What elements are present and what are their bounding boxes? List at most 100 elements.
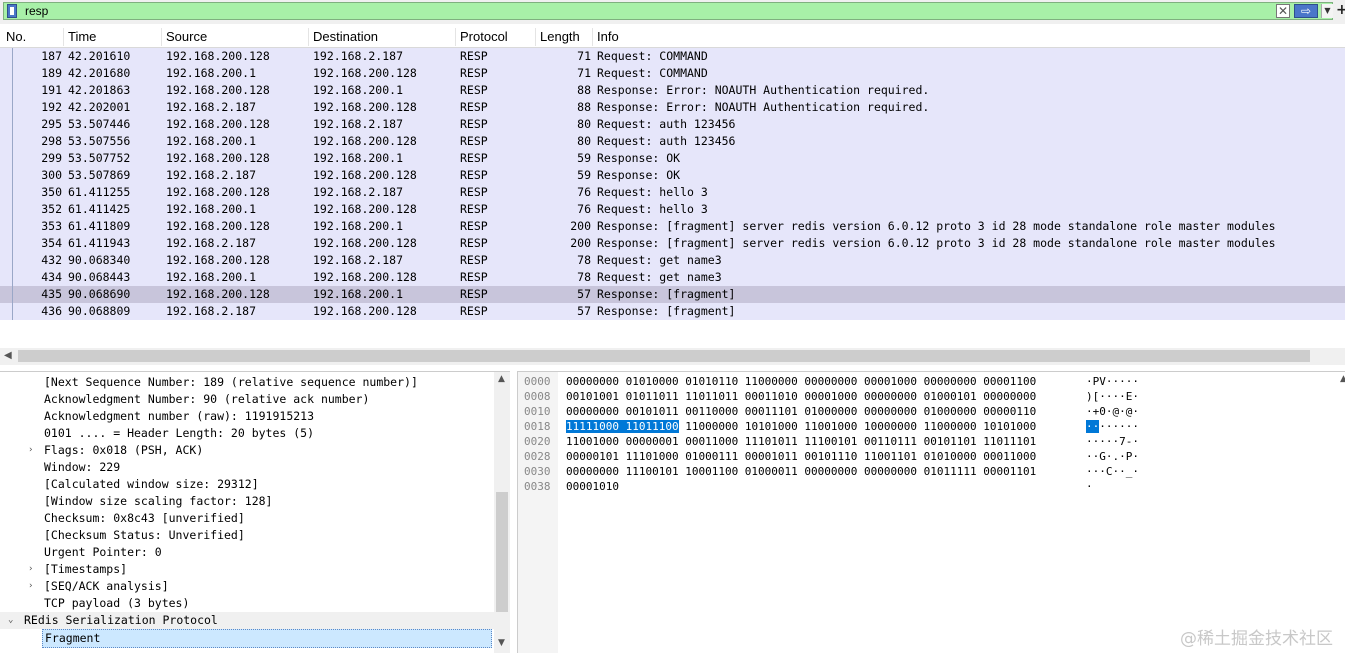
collapsed-arrow-icon[interactable]: › xyxy=(28,561,33,578)
detail-row[interactable]: Acknowledgment Number: 90 (relative ack … xyxy=(0,391,494,408)
filter-history-dropdown[interactable]: ▼ xyxy=(1321,4,1333,18)
details-vertical-scrollbar[interactable]: ▲ ▼ xyxy=(494,372,510,653)
byte-ascii[interactable]: ·+0·@·@· xyxy=(1086,404,1139,419)
highlighted-bits[interactable]: 11111000 11011100 xyxy=(566,420,679,433)
detail-text: [SEQ/ACK analysis] xyxy=(44,579,169,593)
column-header-no[interactable]: No. xyxy=(2,28,64,46)
byte-ascii[interactable]: ········ xyxy=(1086,419,1139,434)
packet-row[interactable]: 295 53.507446 192.168.200.128 192.168.2.187… xyxy=(0,116,1345,133)
detail-row[interactable]: Window: 229 xyxy=(0,459,494,476)
filter-bookmark-icon[interactable] xyxy=(7,4,17,18)
packet-source: 192.168.200.1 xyxy=(166,202,257,216)
byte-ascii[interactable]: ···C··_· xyxy=(1086,464,1139,479)
collapsed-arrow-icon[interactable]: › xyxy=(28,578,33,595)
expanded-arrow-icon[interactable]: ⌄ xyxy=(8,612,13,629)
detail-row[interactable]: [Next Sequence Number: 189 (relative seq… xyxy=(0,374,494,391)
display-filter-toolbar: resp ✕ ⇨ ▼ + xyxy=(0,0,1345,24)
packet-time: 90.068690 xyxy=(68,287,131,301)
display-filter-input[interactable]: resp ✕ ⇨ ▼ xyxy=(3,2,1333,20)
clear-filter-button[interactable]: ✕ xyxy=(1276,4,1290,18)
packet-row[interactable]: 299 53.507752 192.168.200.128 192.168.200.1… xyxy=(0,150,1345,167)
packet-row[interactable]: 352 61.411425 192.168.200.1 192.168.200.128… xyxy=(0,201,1345,218)
packet-row[interactable]: 434 90.068443 192.168.200.1 192.168.200.128… xyxy=(0,269,1345,286)
byte-ascii[interactable]: ··G·.·P· xyxy=(1086,449,1139,464)
packet-destination: 192.168.2.187 xyxy=(313,253,404,267)
detail-row[interactable]: Acknowledgment number (raw): 1191915213 xyxy=(0,408,494,425)
packet-info: Request: hello 3 xyxy=(597,185,708,199)
detail-text: [Next Sequence Number: 189 (relative seq… xyxy=(44,375,418,389)
packet-destination: 192.168.200.1 xyxy=(313,83,404,97)
collapsed-arrow-icon[interactable]: › xyxy=(28,442,33,459)
column-header-time[interactable]: Time xyxy=(64,28,162,46)
packet-length: 76 xyxy=(577,202,591,216)
scroll-up-arrow-icon[interactable]: ▲ xyxy=(498,374,505,384)
packet-row[interactable]: 354 61.411943 192.168.2.187 192.168.200.128… xyxy=(0,235,1345,252)
byte-bits[interactable]: 00000000 00101011 00110000 00011101 0100… xyxy=(566,404,1036,419)
byte-ascii[interactable]: ·····7-· xyxy=(1086,434,1139,449)
highlighted-ascii[interactable]: ·· xyxy=(1086,420,1100,433)
detail-row[interactable]: TCP payload (3 bytes) xyxy=(0,595,494,612)
packet-row[interactable]: 432 90.068340 192.168.200.128 192.168.2.187… xyxy=(0,252,1345,269)
packet-row[interactable]: 436 90.068809 192.168.2.187 192.168.200.128… xyxy=(0,303,1345,320)
packet-row[interactable]: 300 53.507869 192.168.2.187 192.168.200.128… xyxy=(0,167,1345,184)
packet-list-horizontal-scrollbar[interactable]: ◀ xyxy=(0,348,1345,365)
packet-number: 300 xyxy=(41,168,62,182)
packet-protocol: RESP xyxy=(460,287,488,301)
packet-row[interactable]: 353 61.411809 192.168.200.128 192.168.200.1… xyxy=(0,218,1345,235)
packet-row[interactable]: 350 61.411255 192.168.200.128 192.168.2.187… xyxy=(0,184,1345,201)
detail-row[interactable]: › [SEQ/ACK analysis] xyxy=(0,578,494,595)
packet-destination: 192.168.2.187 xyxy=(313,49,404,63)
detail-row[interactable]: › [Timestamps] xyxy=(0,561,494,578)
byte-ascii[interactable]: · xyxy=(1086,479,1093,494)
byte-ascii[interactable]: )[····E· xyxy=(1086,389,1139,404)
packet-protocol: RESP xyxy=(460,49,488,63)
apply-filter-button[interactable]: ⇨ xyxy=(1294,4,1318,18)
scrollbar-thumb[interactable] xyxy=(18,350,1310,362)
column-header-info[interactable]: Info xyxy=(593,28,1345,46)
packet-protocol: RESP xyxy=(460,202,488,216)
detail-section-row[interactable]: ⌄ REdis Serialization Protocol xyxy=(0,612,494,629)
packet-row[interactable]: 187 42.201610 192.168.200.128 192.168.2.187… xyxy=(0,48,1345,65)
scrollbar-thumb[interactable] xyxy=(496,492,508,612)
column-header-source[interactable]: Source xyxy=(162,28,309,46)
packet-length: 78 xyxy=(577,270,591,284)
byte-ascii[interactable]: ·PV····· xyxy=(1086,374,1139,389)
filter-text[interactable]: resp xyxy=(25,4,48,18)
ascii-text: )[····E· xyxy=(1086,390,1139,403)
packet-time: 42.201863 xyxy=(68,83,131,97)
detail-row[interactable]: Urgent Pointer: 0 xyxy=(0,544,494,561)
detail-row[interactable]: 0101 .... = Header Length: 20 bytes (5) xyxy=(0,425,494,442)
packet-row[interactable]: 189 42.201680 192.168.200.1 192.168.200.128… xyxy=(0,65,1345,82)
byte-bits[interactable]: 11111000 11011100 11000000 10101000 1100… xyxy=(566,419,1036,434)
ascii-text: · xyxy=(1086,480,1093,493)
detail-row[interactable]: Fragment xyxy=(0,629,494,648)
scroll-left-arrow-icon[interactable]: ◀ xyxy=(4,350,12,361)
detail-row[interactable]: [Checksum Status: Unverified] xyxy=(0,527,494,544)
packet-time: 42.201680 xyxy=(68,66,131,80)
column-header-destination[interactable]: Destination xyxy=(309,28,456,46)
byte-bits[interactable]: 11001000 00000001 00011000 11101011 1110… xyxy=(566,434,1036,449)
byte-bits[interactable]: 00000000 01010000 01010110 11000000 0000… xyxy=(566,374,1036,389)
packet-row[interactable]: 192 42.202001 192.168.2.187 192.168.200.128… xyxy=(0,99,1345,116)
detail-row[interactable]: Checksum: 0x8c43 [unverified] xyxy=(0,510,494,527)
detail-row[interactable]: › Flags: 0x018 (PSH, ACK) xyxy=(0,442,494,459)
detail-text: [Timestamps] xyxy=(44,562,128,576)
ascii-text: ···C··_· xyxy=(1086,465,1139,478)
packet-row[interactable]: 435 90.068690 192.168.200.128 192.168.200.1… xyxy=(0,286,1345,303)
byte-bits[interactable]: 00001010 xyxy=(566,479,619,494)
detail-row[interactable]: [Window size scaling factor: 128] xyxy=(0,493,494,510)
byte-bits[interactable]: 00101001 01011011 11011011 00011010 0000… xyxy=(566,389,1036,404)
column-header-protocol[interactable]: Protocol xyxy=(456,28,536,46)
add-filter-button[interactable]: + xyxy=(1336,3,1345,17)
packet-row[interactable]: 298 53.507556 192.168.200.1 192.168.200.128… xyxy=(0,133,1345,150)
byte-bits[interactable]: 00000000 11100101 10001100 01000011 0000… xyxy=(566,464,1036,479)
byte-bits[interactable]: 00000101 11101000 01000111 00001011 0010… xyxy=(566,449,1036,464)
scroll-down-arrow-icon[interactable]: ▼ xyxy=(498,638,505,648)
packet-source: 192.168.200.128 xyxy=(166,253,270,267)
ascii-text: ·+0·@·@· xyxy=(1086,405,1139,418)
packet-row[interactable]: 191 42.201863 192.168.200.128 192.168.200.1… xyxy=(0,82,1345,99)
column-header-length[interactable]: Length xyxy=(536,28,593,46)
scroll-up-arrow-icon[interactable]: ▲ xyxy=(1340,374,1345,384)
detail-row[interactable]: [Calculated window size: 29312] xyxy=(0,476,494,493)
packet-info: Response: [fragment] xyxy=(597,304,736,318)
